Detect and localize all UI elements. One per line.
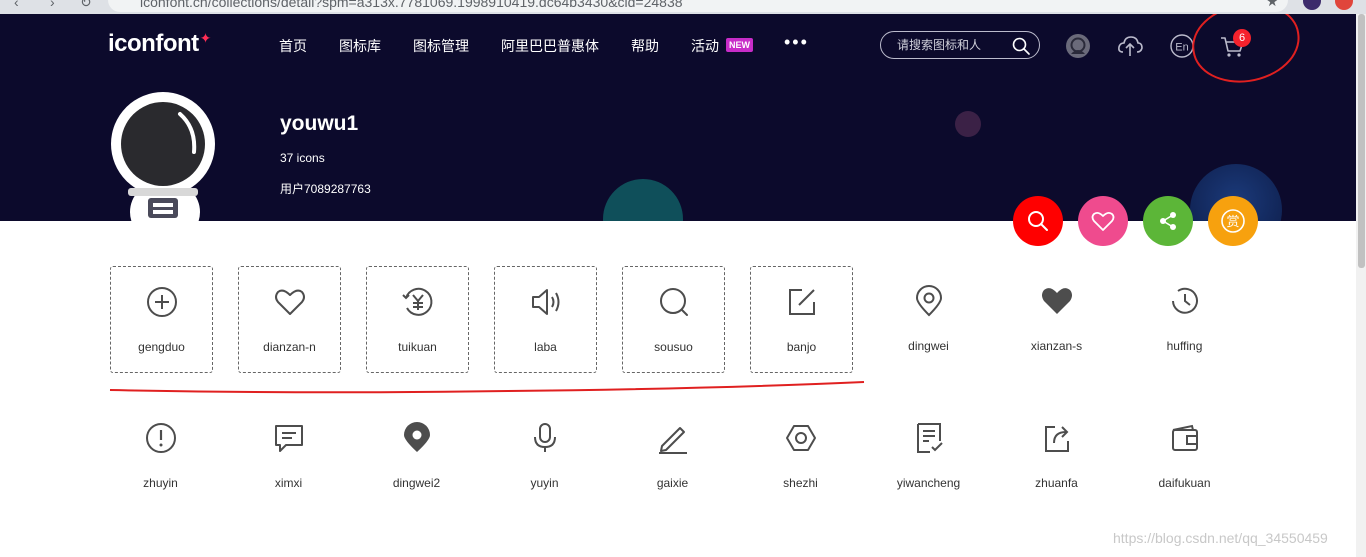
scrollbar-thumb[interactable] [1358,14,1365,268]
iconfont-logo[interactable]: iconfont✦ [108,30,211,58]
nav-home[interactable]: 首页 [279,36,307,56]
user-avatar-icon[interactable] [1064,32,1092,60]
forward-icon[interactable]: › [50,0,55,10]
icon-name-label: shezhi [783,476,818,490]
icon-name-label: banjo [786,340,817,354]
document-check-icon [917,423,943,453]
annotation-underline [109,381,865,394]
search-box[interactable] [880,31,1040,59]
icon-card-sousuo[interactable]: sousuo [622,266,725,373]
heart-icon [1091,211,1115,231]
icon-card-dingwei2[interactable]: dingwei2 [366,403,469,510]
icon-card-ximxi[interactable]: ximxi [238,403,341,510]
forward-icon [1045,426,1069,452]
search-icon[interactable] [1011,36,1031,56]
icon-name-label: yuyin [530,476,559,490]
pencil-icon [659,427,687,454]
icon-card-tuikuan[interactable]: tuikuan [366,266,469,373]
icon-card-gaixie[interactable]: gaixie [622,403,725,510]
heart-filled-icon [1042,288,1072,314]
clock-history-icon [1172,287,1198,314]
reward-icon: 赏 [1221,209,1245,233]
decor-planet-teal [603,179,683,221]
microphone-icon [534,423,556,452]
new-badge: NEW [726,38,753,52]
plus-circle-icon [147,287,177,317]
icon-name-label: yiwancheng [896,476,961,490]
icon-name-label: zhuyin [143,476,178,490]
search-icon [660,288,688,316]
icon-name-label: ximxi [274,476,303,490]
icon-card-yuyin[interactable]: yuyin [494,403,597,510]
icon-name-label: gaixie [656,476,689,490]
icon-card-xianzan-s[interactable]: xianzan-s [1006,266,1109,373]
icon-card-shezhi[interactable]: shezhi [750,403,853,510]
share-button[interactable] [1143,196,1193,246]
back-icon[interactable]: ‹ [14,0,19,10]
icon-name-label: sousuo [654,340,693,354]
nav-help[interactable]: 帮助 [631,36,659,56]
nav-icon-management[interactable]: 图标管理 [413,36,469,56]
address-url: iconfont.cn/collections/detail?spm=a313x… [140,0,683,10]
site-header: iconfont✦ 首页 图标库 图标管理 阿里巴巴普惠体 帮助 活动 NEW … [0,14,1356,221]
edit-square-icon [789,289,815,315]
more-menu-icon[interactable]: ••• [784,32,809,53]
page-root: ‹ › ↻ iconfont.cn/collections/detail?spm… [0,0,1366,557]
icon-name-label: laba [534,340,557,354]
settings-hex-icon [786,425,816,451]
icon-count: 37 icons [280,151,325,165]
icon-card-banjo[interactable]: banjo [750,266,853,373]
location-outline-icon [915,285,943,317]
annotation-circle [1187,14,1305,90]
icon-name-label: zhuanfa [1035,476,1078,490]
watermark: https://blog.csdn.net/qq_34550459 [1113,530,1328,546]
browser-toolbar: ‹ › ↻ iconfont.cn/collections/detail?spm… [0,0,1366,14]
icon-card-dingwei[interactable]: dingwei [878,266,981,373]
icon-name-label: dingwei [908,339,949,353]
astronaut-avatar-icon [111,92,215,221]
avatar [108,92,218,221]
message-icon [275,425,303,452]
reward-button[interactable]: 赏 [1208,196,1258,246]
icon-card-huffing[interactable]: huffing [1134,266,1237,373]
icon-card-laba[interactable]: laba [494,266,597,373]
icon-card-gengduo[interactable]: gengduo [110,266,213,373]
alert-circle-icon [146,423,176,453]
search-action-button[interactable] [1013,196,1063,246]
icon-name-label: gengduo [138,340,185,354]
icon-card-zhuanfa[interactable]: zhuanfa [1006,403,1109,510]
search-input[interactable] [897,36,1007,54]
heart-outline-icon [275,289,305,315]
icon-name-label: xianzan-s [1030,339,1083,353]
share-icon [1160,212,1176,230]
icon-name-label: huffing [1166,339,1203,353]
icon-card-dianzan-n[interactable]: dianzan-n [238,266,341,373]
favorite-button[interactable] [1078,196,1128,246]
nav-alibaba-font[interactable]: 阿里巴巴普惠体 [501,36,599,56]
reward-glyph: 赏 [1226,215,1239,230]
user-id: 用户7089287763 [280,182,371,196]
profile-avatar-icon[interactable] [1335,0,1353,10]
icon-card-daifukuan[interactable]: daifukuan [1134,403,1237,510]
extension-icon[interactable] [1303,0,1321,10]
language-label: En [1175,42,1188,54]
wallet-icon [1172,424,1198,451]
nav-activity[interactable]: 活动 [691,36,719,56]
reload-icon[interactable]: ↻ [80,0,92,11]
search-icon [1028,211,1048,231]
icon-name-label: daifukuan [1158,476,1211,490]
collection-owner-name: youwu1 [280,112,359,135]
icon-name-label: dingwei2 [392,476,441,490]
icon-card-zhuyin[interactable]: zhuyin [110,403,213,510]
icon-card-yiwancheng[interactable]: yiwancheng [878,403,981,510]
bookmark-star-icon[interactable]: ★ [1266,0,1279,10]
icon-name-label: tuikuan [398,340,437,354]
icon-name-label: dianzan-n [263,340,316,354]
location-filled-icon [404,422,430,452]
upload-cloud-icon[interactable] [1116,32,1144,60]
decor-planet-small [955,111,981,137]
speaker-icon [532,289,560,315]
yen-refund-icon [402,287,433,316]
nav-icon-library[interactable]: 图标库 [339,36,381,56]
